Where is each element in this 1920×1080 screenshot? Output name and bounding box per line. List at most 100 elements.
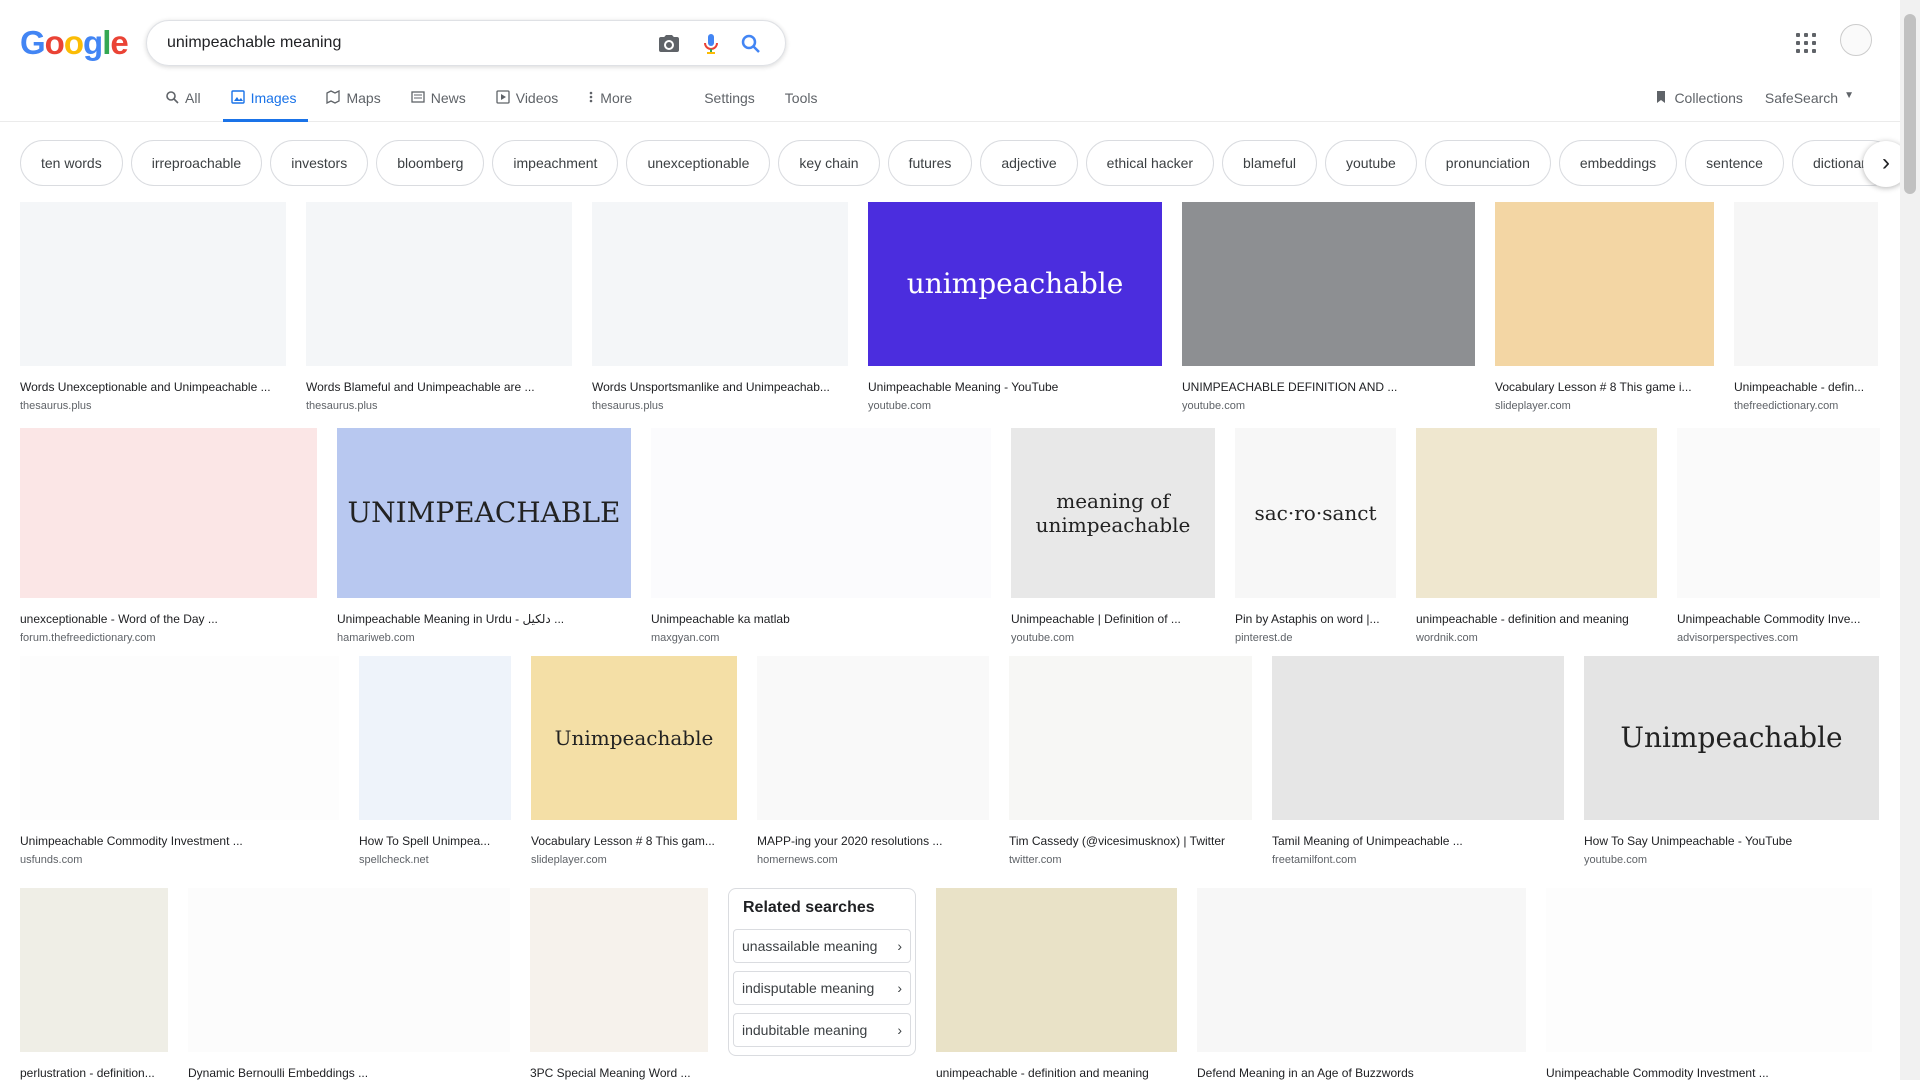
tab-videos[interactable]: Videos xyxy=(496,90,558,122)
safesearch-button[interactable]: SafeSearch ▼ xyxy=(1765,90,1854,106)
image-result[interactable]: sac·ro·sanct Pin by Astaphis on word |...… xyxy=(1235,428,1396,644)
image-title[interactable]: Pin by Astaphis on word |... xyxy=(1235,612,1396,626)
image-thumbnail[interactable] xyxy=(20,428,317,598)
image-title[interactable]: Vocabulary Lesson # 8 This gam... xyxy=(531,834,737,848)
chip[interactable]: investors xyxy=(270,140,369,186)
image-result[interactable]: How To Spell Unimpea... spellcheck.net xyxy=(359,656,511,866)
image-title[interactable]: unimpeachable - definition and meaning xyxy=(936,1066,1177,1080)
image-result[interactable]: Unimpeachable Commodity Investment ... us… xyxy=(20,656,339,866)
image-title[interactable]: Tamil Meaning of Unimpeachable ... xyxy=(1272,834,1564,848)
image-result[interactable]: Defend Meaning in an Age of Buzzwords xyxy=(1197,888,1526,1080)
image-title[interactable]: Words Unsportsmanlike and Unimpeachab... xyxy=(592,380,848,394)
chip[interactable]: embeddings xyxy=(1558,140,1678,186)
image-result[interactable]: Words Unsportsmanlike and Unimpeachab...… xyxy=(592,202,848,412)
chip[interactable]: unexceptionable xyxy=(626,140,771,186)
image-title[interactable]: Unimpeachable Commodity Investment ... xyxy=(1546,1066,1872,1080)
image-title[interactable]: Vocabulary Lesson # 8 This game i... xyxy=(1495,380,1714,394)
image-thumbnail[interactable]: UNIMPEACHABLE xyxy=(337,428,631,598)
image-thumbnail[interactable] xyxy=(1546,888,1872,1052)
avatar[interactable] xyxy=(1840,24,1872,56)
image-result[interactable]: perlustration - definition... xyxy=(20,888,168,1080)
image-thumbnail[interactable]: meaning of unimpeachable xyxy=(1011,428,1215,598)
image-title[interactable]: MAPP-ing your 2020 resolutions ... xyxy=(757,834,989,848)
image-title[interactable]: Unimpeachable ka matlab xyxy=(651,612,991,626)
image-title[interactable]: unexceptionable - Word of the Day ... xyxy=(20,612,317,626)
image-thumbnail[interactable] xyxy=(1734,202,1878,366)
image-title[interactable]: Unimpeachable Commodity Inve... xyxy=(1677,612,1880,626)
image-result[interactable]: Tamil Meaning of Unimpeachable ... freeta… xyxy=(1272,656,1564,866)
chip[interactable]: impeachment xyxy=(492,140,619,186)
image-result[interactable]: UNIMPEACHABLE Unimpeachable Meaning in Ur… xyxy=(337,428,631,644)
image-title[interactable]: Words Unexceptionable and Unimpeachable … xyxy=(20,380,286,394)
image-title[interactable]: Unimpeachable Meaning in Urdu - دلکیل ..… xyxy=(337,612,631,626)
image-result[interactable]: UNIMPEACHABLE DEFINITION AND ... youtube.… xyxy=(1182,202,1475,412)
image-result[interactable]: unimpeachable - definition and meaning wo… xyxy=(1416,428,1657,644)
image-thumbnail[interactable] xyxy=(20,888,168,1052)
image-thumbnail[interactable] xyxy=(936,888,1177,1052)
image-thumbnail[interactable] xyxy=(757,656,989,820)
image-thumbnail[interactable] xyxy=(1677,428,1880,598)
chip[interactable]: irreproachable xyxy=(130,140,263,186)
image-result[interactable]: unexceptionable - Word of the Day ... for… xyxy=(20,428,317,644)
chip[interactable]: pronunciation xyxy=(1424,140,1551,186)
image-title[interactable]: Unimpeachable | Definition of ... xyxy=(1011,612,1215,626)
image-result[interactable]: meaning of unimpeachable Unimpeachable | … xyxy=(1011,428,1215,644)
search-icon[interactable] xyxy=(739,32,763,56)
scrollbar[interactable] xyxy=(1900,0,1920,1080)
chip[interactable]: key chain xyxy=(778,140,880,186)
image-thumbnail[interactable] xyxy=(1495,202,1714,366)
image-title[interactable]: perlustration - definition... xyxy=(20,1066,168,1080)
image-title[interactable]: Unimpeachable - defin... xyxy=(1734,380,1878,394)
chip[interactable]: sentence xyxy=(1685,140,1784,186)
image-result[interactable]: Unimpeachable Commodity Inve... advisorpe… xyxy=(1677,428,1880,644)
image-thumbnail[interactable] xyxy=(1197,888,1526,1052)
chip[interactable]: blameful xyxy=(1222,140,1317,186)
image-result[interactable]: Tim Cassedy (@vicesimusknox) | Twitter tw… xyxy=(1009,656,1252,866)
image-title[interactable]: unimpeachable - definition and meaning xyxy=(1416,612,1657,626)
image-thumbnail[interactable] xyxy=(1182,202,1475,366)
tab-news[interactable]: News xyxy=(411,90,466,122)
image-title[interactable]: Unimpeachable Meaning - YouTube xyxy=(868,380,1162,394)
image-thumbnail[interactable] xyxy=(530,888,708,1052)
image-result[interactable]: Words Unexceptionable and Unimpeachable … xyxy=(20,202,286,412)
image-title[interactable]: How To Spell Unimpea... xyxy=(359,834,511,848)
tab-images[interactable]: Images xyxy=(222,90,309,122)
image-thumbnail[interactable] xyxy=(1009,656,1252,820)
image-thumbnail[interactable] xyxy=(1416,428,1657,598)
image-title[interactable]: Defend Meaning in an Age of Buzzwords xyxy=(1197,1066,1526,1080)
search-input[interactable]: unimpeachable meaning xyxy=(167,34,341,52)
apps-grid-icon[interactable] xyxy=(1796,33,1816,53)
image-thumbnail[interactable] xyxy=(20,202,286,366)
image-result[interactable]: MAPP-ing your 2020 resolutions ... homern… xyxy=(757,656,989,866)
google-logo[interactable]: Google xyxy=(20,24,129,62)
tab-maps[interactable]: Maps xyxy=(326,89,381,122)
image-result[interactable]: Dynamic Bernoulli Embeddings ... xyxy=(188,888,510,1080)
chip[interactable]: ten words xyxy=(20,140,123,186)
image-thumbnail[interactable] xyxy=(359,656,511,820)
scrollbar-thumb[interactable] xyxy=(1904,14,1916,194)
tab-all[interactable]: All xyxy=(165,90,201,122)
image-thumbnail[interactable] xyxy=(188,888,510,1052)
chip[interactable]: youtube xyxy=(1324,140,1417,186)
image-thumbnail[interactable]: Unimpeachable xyxy=(1584,656,1879,820)
tab-more[interactable]: More xyxy=(588,90,632,122)
image-title[interactable]: Dynamic Bernoulli Embeddings ... xyxy=(188,1066,510,1080)
collections-button[interactable]: Collections xyxy=(1654,90,1743,106)
related-search-item[interactable]: indubitable meaning › xyxy=(733,1013,911,1047)
image-title[interactable]: Unimpeachable Commodity Investment ... xyxy=(20,834,339,848)
image-thumbnail[interactable] xyxy=(306,202,572,366)
image-thumbnail[interactable]: Unimpeachable xyxy=(531,656,737,820)
related-search-item[interactable]: indisputable meaning › xyxy=(733,971,911,1005)
image-thumbnail[interactable]: sac·ro·sanct xyxy=(1235,428,1396,598)
image-thumbnail[interactable] xyxy=(651,428,991,598)
image-title[interactable]: Tim Cassedy (@vicesimusknox) | Twitter xyxy=(1009,834,1252,848)
image-thumbnail[interactable] xyxy=(20,656,339,820)
image-title[interactable]: UNIMPEACHABLE DEFINITION AND ... xyxy=(1182,380,1475,394)
chip[interactable]: futures xyxy=(887,140,973,186)
chip[interactable]: bloomberg xyxy=(376,140,485,186)
image-result[interactable]: Vocabulary Lesson # 8 This game i... slid… xyxy=(1495,202,1714,412)
image-result[interactable]: Unimpeachable ka matlab maxgyan.com xyxy=(651,428,991,644)
image-thumbnail[interactable] xyxy=(1272,656,1564,820)
chip[interactable]: ethical hacker xyxy=(1085,140,1215,186)
search-box[interactable]: unimpeachable meaning xyxy=(146,20,786,66)
